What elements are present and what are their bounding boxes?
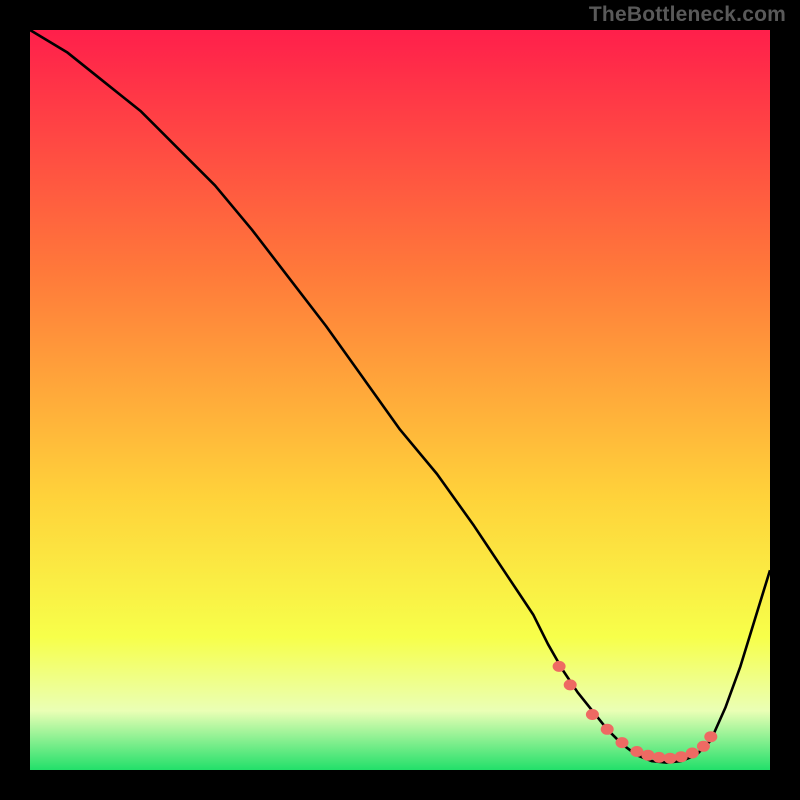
- curve-marker: [630, 746, 643, 757]
- curve-marker: [601, 724, 614, 735]
- bottleneck-curve-chart: [0, 0, 800, 800]
- curve-marker: [641, 750, 654, 761]
- chart-stage: TheBottleneck.com: [0, 0, 800, 800]
- gradient-background: [30, 30, 770, 770]
- curve-marker: [553, 661, 566, 672]
- curve-marker: [586, 709, 599, 720]
- curve-marker: [704, 731, 717, 742]
- curve-marker: [616, 737, 629, 748]
- curve-marker: [653, 752, 666, 763]
- curve-marker: [564, 679, 577, 690]
- curve-marker: [686, 748, 699, 759]
- curve-marker: [675, 751, 688, 762]
- curve-marker: [697, 741, 710, 752]
- curve-marker: [664, 753, 677, 764]
